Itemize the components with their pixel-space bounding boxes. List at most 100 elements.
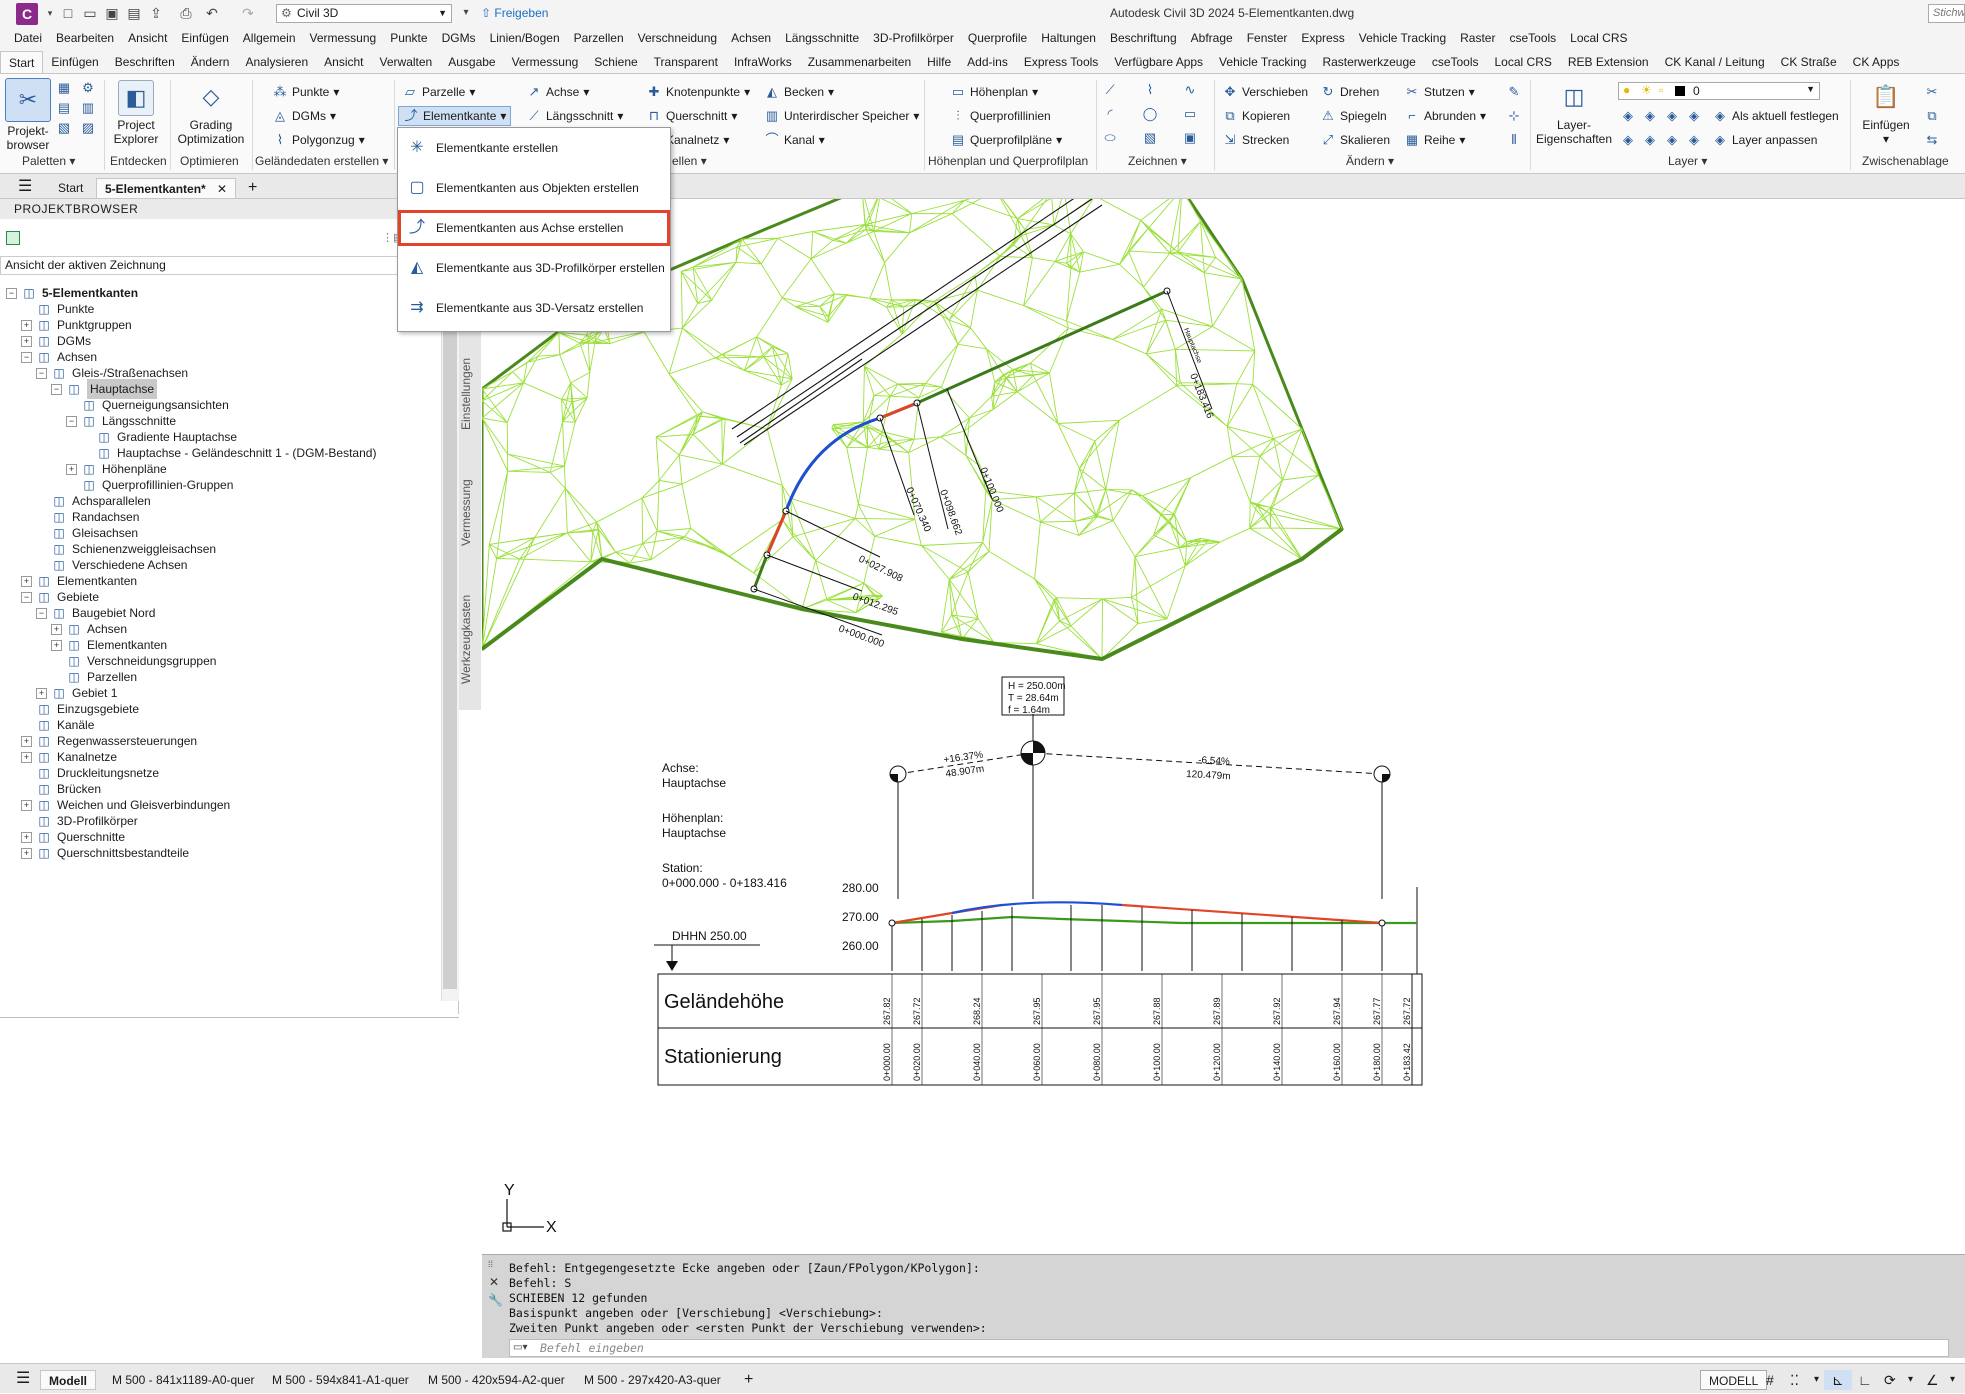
ribbon-tab-11[interactable]: InfraWorks	[726, 51, 800, 73]
close-icon[interactable]: ✕	[489, 1275, 499, 1289]
ribbon-tab-7[interactable]: Ausgabe	[440, 51, 503, 73]
tree-scrollbar-thumb[interactable]	[443, 289, 457, 989]
profile-view-button[interactable]: ▭ Höhenplan ▾	[950, 84, 1038, 100]
line-icon[interactable]: ⟋	[1102, 82, 1118, 98]
copy-clip-icon[interactable]: ⧉	[1924, 108, 1940, 124]
expand-icon[interactable]: +	[21, 735, 32, 747]
customize-quickaccess-icon[interactable]: ▾	[458, 5, 474, 21]
panel-paletten[interactable]: Paletten ▾	[22, 154, 75, 168]
explode-icon[interactable]: ⊹	[1506, 108, 1522, 124]
menu-9[interactable]: Parzellen	[560, 31, 624, 45]
scale-button[interactable]: ⤢ Skalieren	[1320, 132, 1390, 148]
rotate-button[interactable]: ↻ Drehen	[1320, 84, 1380, 100]
paste-button[interactable]: 📋 Einfügen ▾	[1858, 80, 1914, 146]
dropdown-item[interactable]: ✳ Elementkante erstellen	[398, 130, 670, 166]
ribbon-tab-22[interactable]: CK Kanal / Leitung	[1657, 51, 1773, 73]
stretch-button[interactable]: ⇲ Strecken	[1222, 132, 1290, 148]
channel-button[interactable]: ⌒ Kanal ▾	[764, 132, 824, 148]
dropdown-item[interactable]: ⤴ Elementkanten aus Achse erstellen	[398, 210, 670, 246]
pond-button[interactable]: ◭ Becken ▾	[764, 84, 834, 100]
project-browser-button[interactable]: ✂ Projekt- browser	[4, 78, 52, 152]
design-center-icon[interactable]: ▤	[56, 100, 72, 116]
collapse-icon[interactable]: −	[6, 287, 17, 299]
tab-start[interactable]: Start	[50, 178, 91, 198]
ribbon-tab-18[interactable]: Rasterwerkzeuge	[1314, 51, 1423, 73]
grip-icon[interactable]: ⁞⁞	[488, 1259, 493, 1269]
ribbon-tab-16[interactable]: Verfügbare Apps	[1106, 51, 1211, 73]
menu-22[interactable]: cseTools	[1495, 31, 1556, 45]
layer-properties-button[interactable]: ◫ Layer- Eigenschaften	[1534, 80, 1614, 146]
feature-line-button[interactable]: ⤴ Elementkante ▾	[398, 106, 512, 126]
app-menu-button[interactable]: C	[16, 3, 38, 25]
tree-item[interactable]: + ◫ Querschnittsbestandteile	[21, 843, 189, 863]
mirror-button[interactable]: ⚠ Spiegeln	[1320, 108, 1387, 124]
circle-icon[interactable]: ◯	[1142, 106, 1158, 122]
parcel-button[interactable]: ▱ Parzelle ▾	[402, 84, 475, 100]
dropdown-item[interactable]: ◭ Elementkante aus 3D-Profilkörper erstel…	[398, 250, 670, 286]
toolspace-icon[interactable]: ▦	[56, 80, 72, 96]
sheet-set-icon[interactable]: ▨	[80, 120, 96, 136]
dropdown-item[interactable]: ▢ Elementkanten aus Objekten erstellen	[398, 170, 670, 206]
tab-einstellungen[interactable]: Einstellungen	[459, 336, 481, 452]
ribbon-tab-21[interactable]: REB Extension	[1560, 51, 1657, 73]
collapse-icon[interactable]: −	[36, 367, 47, 379]
rectangle-icon[interactable]: ▭	[1182, 106, 1198, 122]
browser-toolbar-icon[interactable]	[6, 231, 20, 245]
make-current-button[interactable]: ◈ Als aktuell festlegen	[1712, 108, 1839, 124]
project-explorer-button[interactable]: ◧ Project Explorer	[110, 80, 162, 146]
expand-icon[interactable]: +	[21, 847, 32, 859]
ribbon-tab-3[interactable]: Ändern	[183, 51, 238, 73]
drawing-canvas[interactable]: 0+000.000 0+012.295 0+027.908 0+070.340 …	[482, 199, 1965, 1358]
trim-button[interactable]: ✂ Stutzen ▾	[1404, 84, 1475, 100]
save-icon[interactable]: ▣	[104, 5, 120, 21]
layout-tab[interactable]: M 500 - 594x841-A1-quer	[264, 1370, 417, 1390]
match-layer-button[interactable]: ◈ Layer anpassen	[1712, 132, 1817, 148]
view-filter[interactable]: Ansicht der aktiven Zeichnung	[0, 256, 440, 275]
spline-icon[interactable]: ∿	[1182, 82, 1198, 98]
expand-icon[interactable]: +	[66, 463, 77, 475]
traverse-button[interactable]: ⌇ Polygonzug ▾	[272, 132, 365, 148]
panel-aendern[interactable]: Ändern ▾	[1346, 154, 1394, 168]
print-icon[interactable]: ⎙	[178, 5, 194, 21]
menu-15[interactable]: Haltungen	[1027, 31, 1096, 45]
panel-gelaendedaten[interactable]: Geländedaten erstellen ▾	[255, 154, 388, 168]
ribbon-tab-9[interactable]: Schiene	[586, 51, 645, 73]
ribbon-tab-24[interactable]: CK Apps	[1845, 51, 1908, 73]
ribbon-tab-23[interactable]: CK Straße	[1773, 51, 1845, 73]
menu-1[interactable]: Bearbeiten	[42, 31, 114, 45]
osnap-menu-icon[interactable]: ▾	[1942, 1370, 1963, 1390]
ellipse-icon[interactable]: ⬭	[1102, 130, 1118, 146]
layer-off-icon[interactable]: ◈	[1620, 108, 1636, 124]
ribbon-tab-15[interactable]: Express Tools	[1016, 51, 1106, 73]
menu-5[interactable]: Vermessung	[296, 31, 377, 45]
panel-entwurf[interactable]: ellen ▾	[672, 154, 707, 168]
collapse-icon[interactable]: −	[36, 607, 47, 619]
collapse-icon[interactable]: −	[21, 591, 32, 603]
ribbon-tab-19[interactable]: cseTools	[1424, 51, 1487, 73]
ribbon-tab-12[interactable]: Zusammenarbeiten	[800, 51, 919, 73]
collapse-icon[interactable]: −	[51, 383, 62, 395]
expand-icon[interactable]: +	[21, 831, 32, 843]
open-icon[interactable]: ▭	[82, 5, 98, 21]
expand-icon[interactable]: +	[21, 319, 32, 331]
ribbon-tab-0[interactable]: Start	[0, 51, 44, 73]
match-properties-icon[interactable]: ⇆	[1924, 132, 1940, 148]
dropdown-item[interactable]: ⇉ Elementkante aus 3D-Versatz erstellen	[398, 290, 670, 326]
close-icon[interactable]: ✕	[217, 182, 227, 196]
layer-walk-icon[interactable]: ◈	[1686, 132, 1702, 148]
workspace-select[interactable]: ⚙ Civil 3D ▼	[276, 4, 452, 23]
ribbon-tab-6[interactable]: Verwalten	[372, 51, 441, 73]
grading-optimization-button[interactable]: ◇ Grading Optimization	[176, 80, 246, 146]
section-views-button[interactable]: ▤ Querprofilpläne ▾	[950, 132, 1062, 148]
ribbon-tab-1[interactable]: Einfügen	[43, 51, 106, 73]
expand-icon[interactable]: +	[21, 799, 32, 811]
ribbon-tab-4[interactable]: Analysieren	[237, 51, 316, 73]
menu-18[interactable]: Fenster	[1233, 31, 1288, 45]
undo-icon[interactable]: ↶	[204, 5, 220, 21]
layer-previous-icon[interactable]: ◈	[1664, 132, 1680, 148]
layer-isolate-icon[interactable]: ◈	[1642, 108, 1658, 124]
expand-icon[interactable]: +	[21, 575, 32, 587]
properties-icon[interactable]: ⚙	[80, 80, 96, 96]
ribbon-tab-10[interactable]: Transparent	[646, 51, 726, 73]
alignment-button[interactable]: ↗ Achse ▾	[526, 84, 590, 100]
